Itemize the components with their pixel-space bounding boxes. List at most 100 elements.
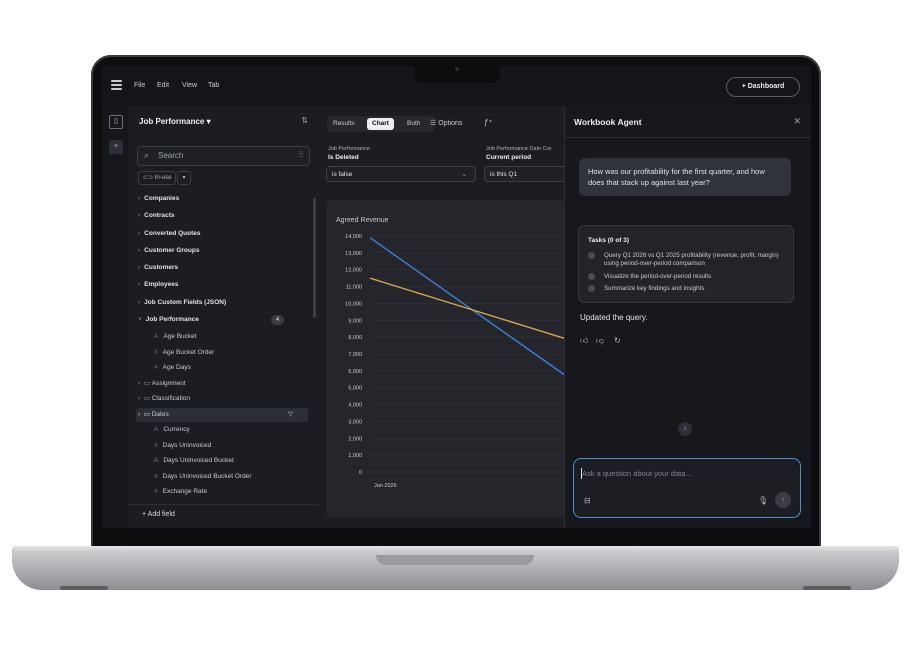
y-tick-label: 12,000 xyxy=(345,268,362,274)
y-tick-label: 10,000 xyxy=(345,301,362,307)
menu-file[interactable]: File xyxy=(134,82,145,89)
folder-assignment[interactable]: › ▭ Assignment xyxy=(138,377,186,391)
chat-icon[interactable]: ⊟ xyxy=(584,496,591,505)
filter-name: Current period xyxy=(486,154,532,161)
y-tick-label: 1,000 xyxy=(348,453,362,459)
filter-source-label: Job Performance Date Cre xyxy=(486,146,552,152)
y-tick-label: 11,000 xyxy=(346,285,362,291)
field-customer-groups[interactable]: › Customer Groups xyxy=(138,244,199,258)
y-tick-label: 13,000 xyxy=(345,251,362,257)
panel-toggle-icon[interactable]: ▯ xyxy=(109,115,123,129)
y-tick-label: 6,000 xyxy=(348,369,362,375)
laptop-foot xyxy=(803,586,851,590)
field-employees[interactable]: › Employees xyxy=(138,278,179,292)
y-tick-label: 9,000 xyxy=(348,318,362,324)
left-rail: ▯ ✧ xyxy=(102,106,129,528)
agent-title: Workbook Agent xyxy=(574,117,642,127)
subfield-item[interactable]: A Days Uninvoiced Bucket xyxy=(154,454,234,468)
y-tick-label: 0 xyxy=(359,470,362,476)
panel-scrollbar[interactable] xyxy=(313,198,316,318)
menu-tab[interactable]: Tab xyxy=(208,82,219,89)
tab-chart[interactable]: Chart xyxy=(367,118,394,130)
app-screen: File Edit View Tab + Dashboard ▯ ✧ Job P… xyxy=(102,66,811,528)
pending-dot-icon xyxy=(588,285,595,292)
in-use-filter[interactable]: ⊂⊃ In-use xyxy=(138,171,177,185)
thumbs-up-icon[interactable]: 👍︎ xyxy=(580,336,588,346)
y-tick-label: 14,000 xyxy=(345,234,362,240)
hamburger-menu-icon[interactable] xyxy=(111,80,122,90)
camera-notch xyxy=(414,61,500,83)
subfield-item[interactable]: # Age Days xyxy=(154,361,191,375)
field-companies[interactable]: › Companies xyxy=(138,192,179,206)
chart-card: Agreed Revenue 14,000 13,000 12,000 11,000 10… xyxy=(326,200,566,518)
input-placeholder: Ask a question about your data... xyxy=(582,469,692,478)
subfield-item[interactable]: A Currency xyxy=(154,423,190,437)
send-button[interactable]: ↑ xyxy=(775,492,791,508)
menu-view[interactable]: View xyxy=(182,82,197,89)
status-message: Updated the query. xyxy=(580,313,648,322)
tab-both[interactable]: Both xyxy=(407,118,420,130)
series-line-2 xyxy=(369,277,566,340)
agent-panel: Workbook Agent ✕ How was our profitabili… xyxy=(564,106,811,528)
folder-dates[interactable]: › ▭ Dates xyxy=(138,408,169,422)
y-tick-label: 7,000 xyxy=(348,352,362,358)
menu-edit[interactable]: Edit xyxy=(157,82,169,89)
x-tick-label: Jan 2026 xyxy=(374,483,397,489)
filter-icon[interactable]: ▽ xyxy=(288,408,293,422)
y-tick-label: 4,000 xyxy=(348,403,362,409)
add-field-button[interactable]: + Add field xyxy=(142,511,175,518)
laptop-hinge xyxy=(376,555,534,565)
subfield-item[interactable]: # Days Uninvoiced Bucket Order xyxy=(154,470,252,484)
subfield-item[interactable]: # Days Uninvoiced xyxy=(154,439,211,453)
y-tick-label: 2,000 xyxy=(348,436,362,442)
chart-area: Results Chart Both ☰ Options ƒ⁺ Job Perf… xyxy=(318,106,574,528)
retry-icon[interactable]: ↻ xyxy=(614,336,621,345)
y-tick-label: 8,000 xyxy=(348,335,362,341)
field-count-badge: 4 xyxy=(271,315,284,325)
chevron-down-icon[interactable]: ▾ xyxy=(177,171,191,185)
view-mode-toggle[interactable]: Results Chart Both xyxy=(327,116,435,132)
tasks-card: Tasks (0 of 3) Query Q1 2026 vs Q1 2025 … xyxy=(578,225,794,303)
microphone-icon[interactable]: 🎙︎ xyxy=(758,496,768,505)
filter-source-label: Job Performance xyxy=(328,146,370,152)
search-input[interactable]: ⌕ Search ⫶⫶ xyxy=(137,146,310,166)
search-placeholder: Search xyxy=(158,151,184,160)
thumbs-down-icon[interactable]: 👎︎ xyxy=(596,336,604,346)
filter-name: Is Deleted xyxy=(328,154,359,161)
field-panel: Job Performance ▾ ⇅ ⌕ Search ⫶⫶ ⊂⊃ In-us… xyxy=(128,106,319,528)
field-job-performance[interactable]: ˅ Job Performance xyxy=(138,313,199,327)
sliders-icon: ☰ xyxy=(430,120,437,127)
subfield-item[interactable]: # Age Bucket Order xyxy=(154,346,214,360)
pending-dot-icon xyxy=(588,273,595,280)
y-tick-label: 3,000 xyxy=(348,419,362,425)
chart-title: Agreed Revenue xyxy=(336,217,389,224)
question-input[interactable]: Ask a question about your data... ⊟ 🎙︎ ↑ xyxy=(573,458,801,518)
y-tick-label: 5,000 xyxy=(348,386,362,392)
collapse-icon[interactable]: ⇅ xyxy=(301,116,308,125)
filter-value-select[interactable]: is this Q1 xyxy=(484,166,574,182)
filter-value-select[interactable]: is false ⌄ xyxy=(326,166,476,182)
tasks-header: Tasks (0 of 3) xyxy=(588,237,630,244)
field-job-custom-fields[interactable]: › Job Custom Fields (JSON) xyxy=(138,296,226,310)
folder-classification[interactable]: › ▭ Classification xyxy=(138,392,190,406)
panel-title[interactable]: Job Performance ▾ xyxy=(139,117,211,126)
filter-sliders-icon[interactable]: ⫶⫶ xyxy=(299,150,303,160)
series-line-1 xyxy=(369,237,566,377)
close-icon[interactable]: ✕ xyxy=(793,116,801,127)
field-contracts[interactable]: › Contracts xyxy=(138,209,175,223)
user-message: How was our profitability for the first … xyxy=(579,158,791,196)
tab-results[interactable]: Results xyxy=(333,118,355,130)
function-icon[interactable]: ƒ⁺ xyxy=(484,118,493,127)
field-converted-quotes[interactable]: › Converted Quotes xyxy=(138,227,201,241)
search-icon: ⌕ xyxy=(144,150,150,160)
sparkle-icon[interactable]: ✧ xyxy=(109,140,123,154)
add-dashboard-button[interactable]: + Dashboard xyxy=(726,77,800,97)
field-customers[interactable]: › Customers xyxy=(138,261,178,275)
subfield-item[interactable]: A Age Bucket xyxy=(154,330,197,344)
line-chart: Agreed Revenue 14,000 13,000 12,000 11,000 10… xyxy=(336,217,566,489)
pending-dot-icon xyxy=(588,252,595,259)
laptop-foot xyxy=(60,586,108,590)
options-button[interactable]: ☰ Options xyxy=(430,119,462,127)
subfield-item[interactable]: # Exchange Rate xyxy=(154,485,207,499)
scroll-down-icon[interactable]: ↓ xyxy=(678,422,692,436)
